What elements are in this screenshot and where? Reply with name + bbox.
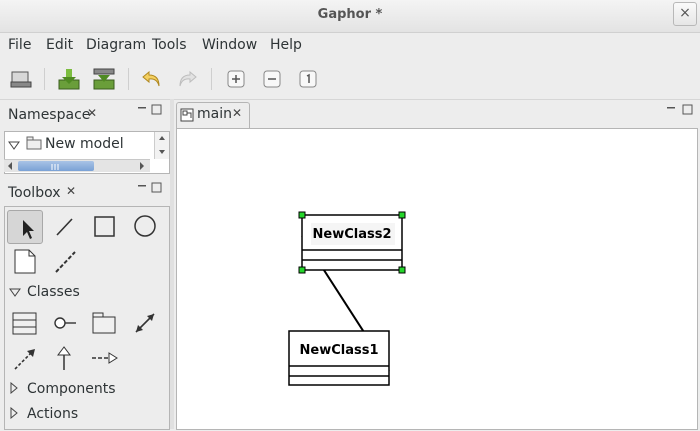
zoom-out-icon[interactable] xyxy=(260,67,284,91)
undo-icon[interactable] xyxy=(140,67,164,91)
toolbar-separator xyxy=(44,68,45,90)
ellipse-tool[interactable] xyxy=(127,210,161,242)
menu-file[interactable]: File xyxy=(8,37,31,53)
association-tool[interactable] xyxy=(127,307,161,339)
namespace-window-buttons[interactable] xyxy=(137,104,163,116)
class-box-newclass2[interactable]: NewClass2 xyxy=(298,211,406,274)
classes-section-label[interactable]: Classes xyxy=(27,284,80,300)
diagram-canvas[interactable]: NewClass2 NewClass1 xyxy=(176,128,698,430)
tree-item-label[interactable]: New model xyxy=(45,136,124,152)
menu-window[interactable]: Window xyxy=(202,37,257,53)
pane-divider[interactable] xyxy=(170,99,174,429)
implementation-tool[interactable] xyxy=(87,342,121,374)
tab-close-icon[interactable]: ✕ xyxy=(232,106,242,120)
title-bar: Gaphor * × xyxy=(0,0,700,33)
toolbox-panel: Classes Components Actions xyxy=(4,206,170,430)
toolbar-separator xyxy=(128,68,129,90)
menu-edit[interactable]: Edit xyxy=(46,37,73,53)
tab-label: main xyxy=(197,106,232,122)
classes-expand-icon[interactable] xyxy=(9,287,21,297)
comment-tool[interactable] xyxy=(7,245,41,277)
scrollbar-thumb[interactable] xyxy=(18,161,94,171)
line-tool[interactable] xyxy=(47,210,81,242)
toolbar-separator xyxy=(211,68,212,90)
resize-handle[interactable] xyxy=(398,266,406,274)
export-icon[interactable] xyxy=(92,67,116,91)
class-name-label: NewClass2 xyxy=(313,227,392,242)
diagram-window-buttons[interactable] xyxy=(666,104,694,116)
tree-expand-icon[interactable] xyxy=(8,140,20,150)
resize-handle[interactable] xyxy=(398,211,406,219)
window-close-button[interactable]: × xyxy=(673,2,697,26)
pointer-tool[interactable] xyxy=(7,210,43,244)
toolbox-window-buttons[interactable] xyxy=(137,182,163,194)
namespace-title: Namespace xyxy=(8,107,91,123)
redo-icon[interactable] xyxy=(175,67,199,91)
class-name-label: NewClass1 xyxy=(300,343,379,358)
generalization-tool[interactable] xyxy=(47,342,81,374)
zoom-100-icon[interactable] xyxy=(296,67,320,91)
import-icon[interactable] xyxy=(57,67,81,91)
class-tool[interactable] xyxy=(7,307,41,339)
resize-handle[interactable] xyxy=(298,211,306,219)
window-title: Gaphor * xyxy=(317,7,383,22)
class-box-newclass1[interactable]: NewClass1 xyxy=(288,330,390,386)
namespace-close-icon[interactable]: ✕ xyxy=(87,106,97,120)
model-package-icon xyxy=(26,136,42,150)
package-tool[interactable] xyxy=(87,307,121,339)
toolbar xyxy=(0,58,700,100)
menu-bar: File Edit Diagram Tools Window Help xyxy=(0,33,700,58)
vertical-scrollbar[interactable] xyxy=(154,132,169,159)
menu-help[interactable]: Help xyxy=(270,37,302,53)
menu-diagram[interactable]: Diagram xyxy=(86,37,146,53)
dependency-tool[interactable] xyxy=(7,342,41,374)
toolbox-close-icon[interactable]: ✕ xyxy=(66,184,76,198)
comment-line-tool[interactable] xyxy=(47,245,81,277)
menu-tools[interactable]: Tools xyxy=(152,37,187,53)
components-section-label[interactable]: Components xyxy=(27,381,116,397)
diagram-icon xyxy=(180,108,194,122)
toolbox-title: Toolbox xyxy=(8,185,61,201)
tab-main[interactable]: main ✕ xyxy=(176,102,250,128)
resize-handle[interactable] xyxy=(298,266,306,274)
horizontal-scrollbar[interactable] xyxy=(4,159,150,172)
zoom-in-icon[interactable] xyxy=(224,67,248,91)
box-tool[interactable] xyxy=(87,210,121,242)
open-model-icon[interactable] xyxy=(9,67,33,91)
actions-section-label[interactable]: Actions xyxy=(27,406,78,422)
interface-tool[interactable] xyxy=(47,307,81,339)
components-expand-icon[interactable] xyxy=(10,382,18,394)
actions-expand-icon[interactable] xyxy=(10,407,18,419)
